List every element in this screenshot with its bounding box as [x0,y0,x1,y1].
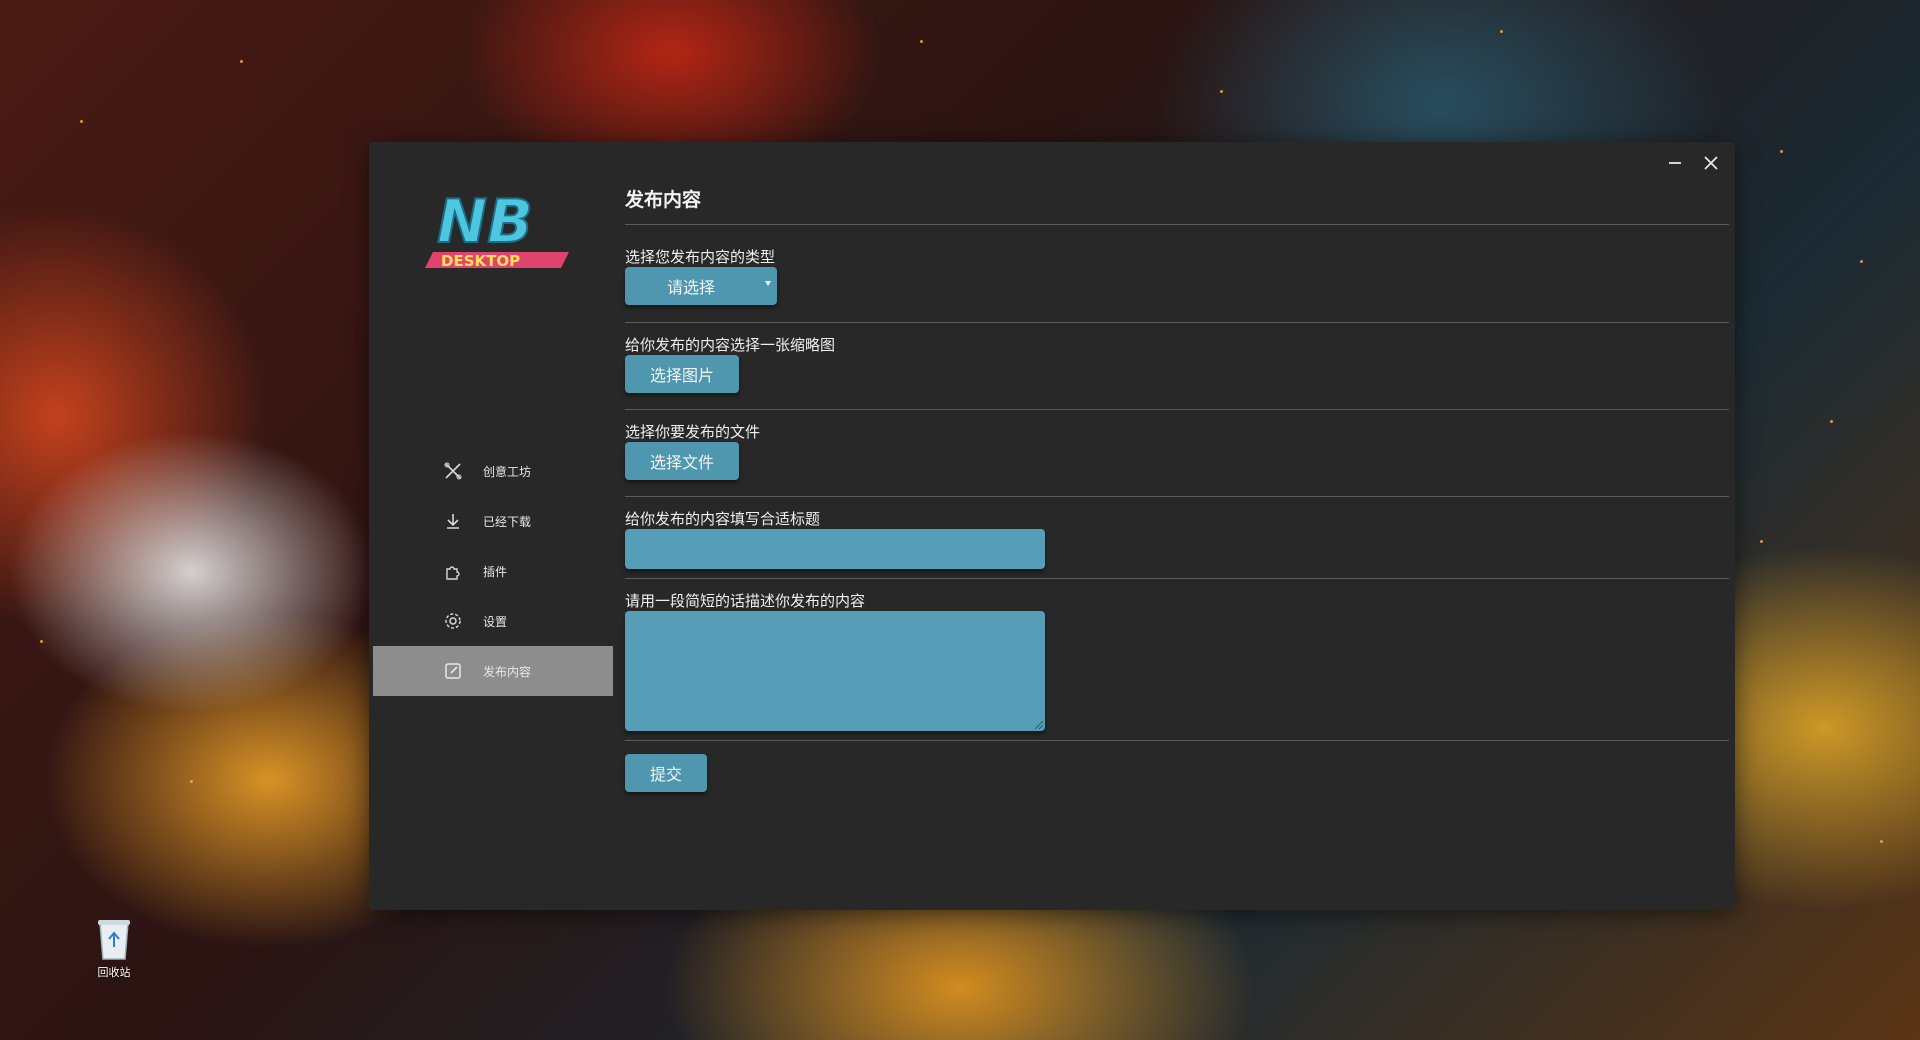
edit-icon [443,661,463,681]
recycle-bin-label: 回收站 [97,966,131,979]
sidebar-item-label: 发布内容 [483,664,532,679]
publish-form: 发布内容 选择您发布内容的类型 请选择 给你发布的内容选择一张缩略图 选择图片 … [625,186,1729,792]
resize-handle[interactable] [1035,721,1043,729]
file-label: 选择你要发布的文件 [625,423,761,441]
sidebar-item-label: 设置 [483,614,508,629]
window-controls [1661,152,1725,174]
thumbnail-section: 给你发布的内容选择一张缩略图 选择图片 [625,323,1729,410]
sidebar-item-publish[interactable]: 发布内容 [373,646,613,696]
title-section: 给你发布的内容填写合适标题 [625,497,1729,579]
chevron-down-icon [765,281,771,286]
description-textarea[interactable] [625,611,1045,731]
sidebar-item-downloaded[interactable]: 已经下载 [373,496,613,546]
sidebar-item-plugins[interactable]: 插件 [373,546,613,596]
submit-button[interactable]: 提交 [625,754,707,792]
close-icon [1704,156,1718,170]
recycle-bin-icon [92,915,136,961]
title-label: 给你发布的内容填写合适标题 [625,510,821,528]
gear-icon [443,611,463,631]
sidebar-item-label: 创意工坊 [483,464,532,479]
app-logo: NB DESKTOP [421,180,573,280]
sidebar-nav: 创意工坊 已经下载 插件 设置 发布内容 [373,446,613,696]
svg-text:DESKTOP: DESKTOP [441,252,520,270]
sidebar: NB DESKTOP 创意工坊 已经下载 插件 设置 发布内容 [369,142,614,910]
tools-icon [443,461,463,481]
title-input[interactable] [625,529,1045,569]
download-icon [443,511,463,531]
puzzle-icon [443,561,463,581]
sidebar-item-workshop[interactable]: 创意工坊 [373,446,613,496]
sidebar-item-label: 插件 [483,564,508,579]
select-image-button[interactable]: 选择图片 [625,355,739,393]
type-label: 选择您发布内容的类型 [625,248,776,266]
description-label: 请用一段简短的话描述你发布的内容 [625,592,866,610]
app-window: NB DESKTOP 创意工坊 已经下载 插件 设置 发布内容 发布内容 选择您… [369,142,1735,910]
sidebar-item-settings[interactable]: 设置 [373,596,613,646]
minimize-icon [1669,162,1681,164]
content-type-select-value: 请选择 [666,278,715,297]
sidebar-item-label: 已经下载 [483,514,532,529]
select-file-button[interactable]: 选择文件 [625,442,739,480]
minimize-button[interactable] [1661,152,1689,174]
recycle-bin-shortcut[interactable]: 回收站 [86,915,142,980]
type-section: 选择您发布内容的类型 请选择 [625,225,1729,323]
description-section: 请用一段简短的话描述你发布的内容 [625,579,1729,741]
svg-text:NB: NB [437,187,533,257]
file-section: 选择你要发布的文件 选择文件 [625,410,1729,497]
close-button[interactable] [1697,152,1725,174]
thumbnail-label: 给你发布的内容选择一张缩略图 [625,336,836,354]
page-title: 发布内容 [625,186,1729,225]
content-type-select[interactable]: 请选择 [625,267,777,305]
